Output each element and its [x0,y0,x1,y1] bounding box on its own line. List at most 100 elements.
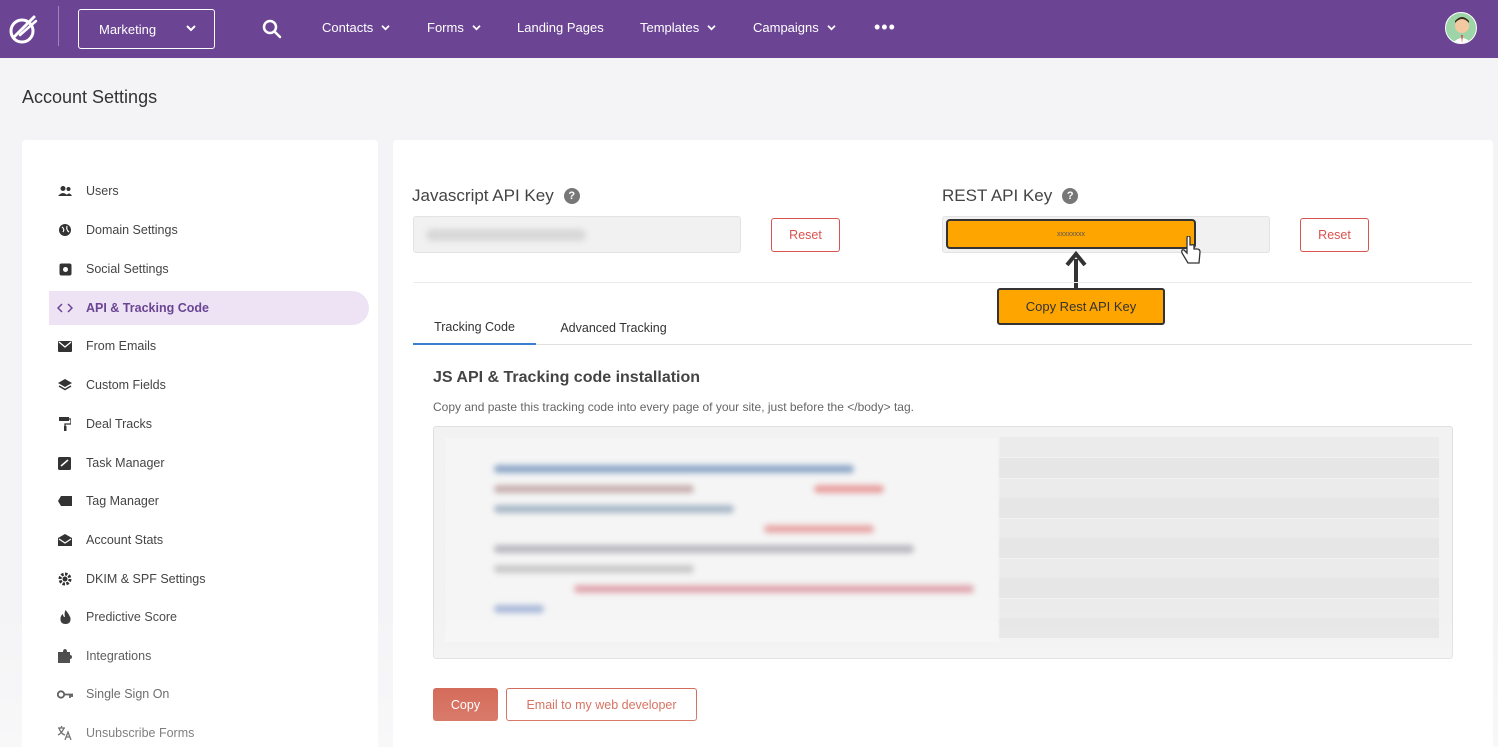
nav-landing-pages-label: Landing Pages [517,20,604,35]
tag-icon [57,493,73,509]
envelope-open-icon [57,532,73,548]
chevron-down-icon [827,25,836,31]
globe-icon [57,222,73,238]
more-menu-button[interactable]: ••• [874,17,896,38]
code-icon [57,300,73,316]
sidebar-item-tag-manager[interactable]: Tag Manager [49,484,369,518]
sidebar-item-account-stats[interactable]: Account Stats [49,523,369,557]
sidebar-item-unsubscribe-forms[interactable]: Unsubscribe Forms [49,716,369,747]
tab-tracking-code[interactable]: Tracking Code [413,310,536,345]
sidebar-item-label: Unsubscribe Forms [86,726,195,740]
puzzle-icon [57,648,73,664]
tracking-code-box[interactable] [433,426,1453,659]
js-api-key-title: Javascript API Key [412,186,554,205]
sidebar-item-predictive-score[interactable]: Predictive Score [49,600,369,634]
sidebar-item-label: Integrations [86,649,152,663]
chevron-down-icon [186,25,196,32]
sidebar-item-custom-fields[interactable]: Custom Fields [49,368,369,402]
chevron-down-icon [472,25,481,31]
users-icon [57,183,73,199]
envelope-icon [57,338,73,354]
rest-api-key-label: REST API Key ? [942,186,1079,206]
sidebar-item-dkim-spf-settings[interactable]: DKIM & SPF Settings [49,562,369,596]
key-icon [57,686,73,702]
nav-campaigns[interactable]: Campaigns [753,20,836,35]
sidebar-item-users[interactable]: Users [49,174,369,208]
sidebar-item-label: Single Sign On [86,687,170,701]
layers-icon [57,377,73,393]
hand-cursor-icon [1181,236,1201,264]
sidebar-item-label: DKIM & SPF Settings [86,572,206,586]
code-blur [814,485,884,493]
chevron-down-icon [381,25,390,31]
code-blur [494,505,734,513]
js-key-reset-button[interactable]: Reset [771,218,840,252]
sidebar-item-label: From Emails [86,339,157,353]
rest-api-key-highlight[interactable]: xxxxxxxx [946,219,1196,249]
sidebar-item-label: Account Stats [86,533,164,547]
section-description: Copy and paste this tracking code into e… [433,400,914,414]
js-api-key-field[interactable] [413,216,741,253]
sidebar-item-label: Domain Settings [86,223,178,237]
translate-icon [57,725,73,741]
blurred-key-value [426,229,586,241]
sidebar-item-integrations[interactable]: Integrations [49,639,369,673]
code-blur [764,525,874,533]
task-icon [57,455,73,471]
paint-roller-icon [57,416,73,432]
rest-key-reset-button[interactable]: Reset [1300,218,1369,252]
sidebar-item-label: Predictive Score [86,610,178,624]
nav-contacts-label: Contacts [322,20,374,35]
sidebar-item-label: Task Manager [86,456,165,470]
sidebar-item-api-tracking-code[interactable]: API & Tracking Code [49,291,369,325]
chevron-down-icon [707,25,716,31]
page-title: Account Settings [22,87,158,107]
help-icon[interactable]: ? [1062,188,1079,204]
sidebar-item-domain-settings[interactable]: Domain Settings [49,213,369,247]
code-blur [494,565,694,573]
main-panel: Javascript API Key ? Reset REST API Key … [393,140,1493,747]
sidebar-item-task-manager[interactable]: Task Manager [49,446,369,480]
nav-templates[interactable]: Templates [640,20,716,35]
nav-landing-pages[interactable]: Landing Pages [517,20,604,35]
fire-icon [57,609,73,625]
section-divider [413,282,1472,283]
nav-contacts[interactable]: Contacts [322,20,390,35]
nav-campaigns-label: Campaigns [753,20,819,35]
copy-code-button[interactable]: Copy [433,688,498,721]
code-blur [494,465,854,473]
search-icon[interactable] [261,18,283,40]
avatar-icon [1452,17,1472,43]
code-blur [494,605,544,613]
topbar-divider [58,6,59,46]
nav-forms-label: Forms [427,20,464,35]
sidebar-item-social-settings[interactable]: Social Settings [49,252,369,286]
sidebar-item-label: Deal Tracks [86,417,152,431]
code-blur [494,545,914,553]
nav-forms[interactable]: Forms [427,20,481,35]
sidebar-item-label: Tag Manager [86,494,159,508]
sidebar-item-single-sign-on[interactable]: Single Sign On [49,677,369,711]
sidebar-item-from-emails[interactable]: From Emails [49,329,369,363]
js-api-key-label: Javascript API Key ? [412,186,580,206]
arrow-up-icon [1065,251,1087,291]
nav-templates-label: Templates [640,20,700,35]
settings-sidebar: Users Domain Settings Social Settings AP… [22,140,378,747]
gear-icon [57,571,73,587]
sidebar-item-label: Users [86,184,119,198]
email-developer-button[interactable]: Email to my web developer [506,688,697,721]
sidebar-item-deal-tracks[interactable]: Deal Tracks [49,407,369,441]
code-blur [494,485,694,493]
top-navbar: Marketing Contacts Forms Landing Pages T… [0,0,1498,58]
sidebar-item-label: API & Tracking Code [86,301,209,315]
workspace-select[interactable]: Marketing [78,9,215,49]
tab-advanced-tracking[interactable]: Advanced Tracking [546,310,681,345]
code-blur [574,585,974,593]
workspace-select-value: Marketing [99,21,157,37]
app-logo-icon[interactable] [8,13,40,45]
tracking-tabs: Tracking Code Advanced Tracking [413,310,1472,345]
social-icon [57,261,73,277]
help-icon[interactable]: ? [563,188,580,204]
user-avatar[interactable] [1445,12,1477,44]
sidebar-item-label: Social Settings [86,262,169,276]
